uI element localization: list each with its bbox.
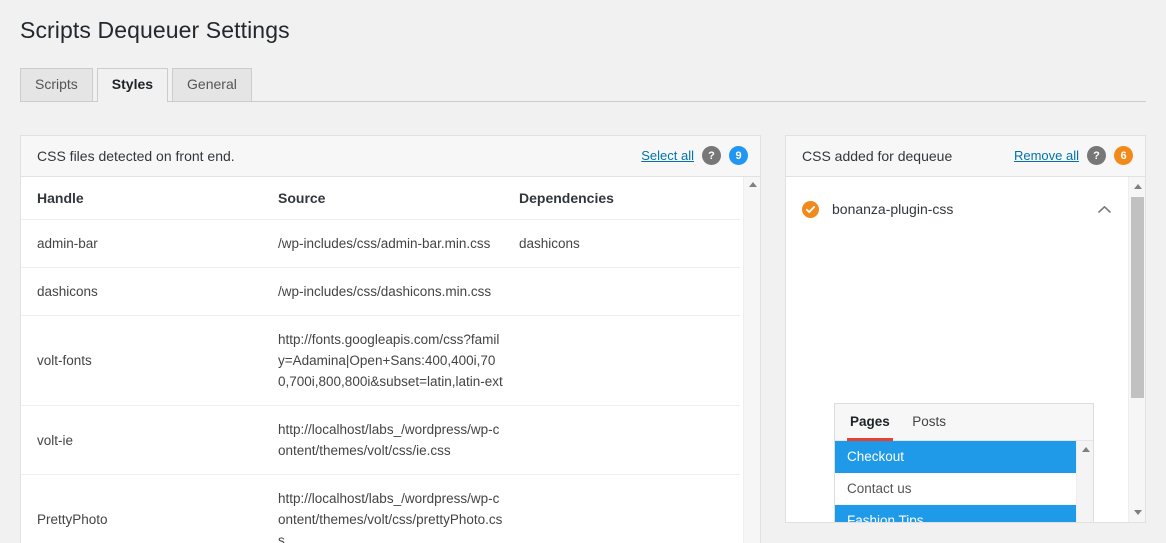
- cell-dependencies: [503, 267, 740, 316]
- chevron-up-icon[interactable]: [1098, 205, 1111, 216]
- detected-count-badge: 9: [729, 146, 748, 165]
- dequeue-item-label: bonanza-plugin-css: [832, 201, 954, 217]
- dequeue-panel-scrollbar[interactable]: [1128, 177, 1145, 522]
- cell-source: http://localhost/labs_/wordpress/wp-cont…: [262, 474, 503, 543]
- column-header-source: Source: [262, 177, 503, 220]
- detected-css-table: Handle Source Dependencies admin-bar /wp…: [21, 177, 740, 543]
- tab-scripts[interactable]: Scripts: [20, 68, 93, 101]
- cell-handle: dashicons: [21, 267, 262, 316]
- table-row[interactable]: dashicons /wp-includes/css/dashicons.min…: [21, 267, 740, 316]
- cell-dependencies: dashicons: [503, 219, 740, 268]
- cell-handle: volt-fonts: [21, 315, 262, 406]
- cell-dependencies: [503, 405, 740, 475]
- table-row[interactable]: volt-ie http://localhost/labs_/wordpress…: [21, 405, 740, 475]
- detected-css-actions: Select all ? 9: [641, 146, 748, 165]
- table-row[interactable]: admin-bar /wp-includes/css/admin-bar.min…: [21, 219, 740, 268]
- select-all-link[interactable]: Select all: [641, 148, 694, 163]
- dequeue-css-actions: Remove all ? 6: [1014, 146, 1133, 165]
- scroll-up-arrow-icon[interactable]: [1077, 442, 1093, 457]
- cell-source: http://localhost/labs_/wordpress/wp-cont…: [262, 405, 503, 475]
- list-item[interactable]: Checkout: [835, 441, 1093, 473]
- cell-source: /wp-includes/css/dashicons.min.css: [262, 267, 503, 316]
- dequeue-item-bonanza-plugin-css[interactable]: bonanza-plugin-css: [786, 190, 1145, 228]
- table-row[interactable]: volt-fonts http://fonts.googleapis.com/c…: [21, 315, 740, 406]
- help-icon[interactable]: ?: [1087, 146, 1106, 165]
- tab-pages[interactable]: Pages: [847, 404, 893, 441]
- dequeue-css-title: CSS added for dequeue: [802, 148, 953, 164]
- dequeue-count-badge: 6: [1114, 146, 1133, 165]
- cell-handle: PrettyPhoto: [21, 474, 262, 543]
- dequeue-list-body: bonanza-plugin-css Pages Posts Checkout …: [786, 177, 1145, 522]
- cell-source: http://fonts.googleapis.com/css?family=A…: [262, 315, 503, 406]
- check-circle-icon: [802, 200, 819, 218]
- pages-list-scrollbar[interactable]: [1076, 441, 1093, 522]
- tab-styles[interactable]: Styles: [96, 68, 169, 102]
- cell-dependencies: [503, 474, 740, 543]
- detected-css-header: CSS files detected on front end. Select …: [21, 136, 760, 177]
- tab-general[interactable]: General: [172, 68, 252, 101]
- dequeue-css-panel: CSS added for dequeue Remove all ? 6 bon…: [785, 135, 1146, 523]
- inner-tab-bar: Pages Posts: [835, 404, 1093, 441]
- cell-dependencies: [503, 315, 740, 406]
- dequeue-css-header: CSS added for dequeue Remove all ? 6: [786, 136, 1145, 177]
- scroll-up-arrow-icon[interactable]: [1129, 179, 1145, 194]
- column-header-handle: Handle: [21, 177, 262, 220]
- list-item[interactable]: Fashion Tips: [835, 505, 1093, 522]
- main-tab-bar: Scripts Styles General: [20, 68, 1146, 102]
- detected-css-table-wrap: Handle Source Dependencies admin-bar /wp…: [21, 177, 760, 543]
- scroll-down-arrow-icon[interactable]: [1129, 505, 1145, 520]
- tab-posts[interactable]: Posts: [909, 404, 949, 440]
- table-row[interactable]: PrettyPhoto http://localhost/labs_/wordp…: [21, 474, 740, 543]
- column-header-dependencies: Dependencies: [503, 177, 740, 220]
- pages-posts-card: Pages Posts Checkout Contact us Fashion …: [834, 403, 1094, 522]
- help-icon[interactable]: ?: [702, 146, 721, 165]
- page-title: Scripts Dequeuer Settings: [20, 17, 290, 43]
- cell-source: /wp-includes/css/admin-bar.min.css: [262, 219, 503, 268]
- pages-list: Checkout Contact us Fashion Tips Header …: [835, 441, 1093, 522]
- table-header-row: Handle Source Dependencies: [21, 177, 740, 220]
- cell-handle: admin-bar: [21, 219, 262, 268]
- list-item[interactable]: Contact us: [835, 473, 1093, 505]
- detected-css-title: CSS files detected on front end.: [37, 148, 235, 164]
- detected-css-scrollbar[interactable]: [743, 177, 760, 543]
- remove-all-link[interactable]: Remove all: [1014, 148, 1079, 163]
- scroll-up-arrow-icon[interactable]: [744, 177, 760, 192]
- detected-css-panel: CSS files detected on front end. Select …: [20, 135, 761, 543]
- settings-page: Scripts Dequeuer Settings Scripts Styles…: [0, 0, 1166, 543]
- dequeue-panel-scroll-thumb[interactable]: [1131, 197, 1144, 398]
- cell-handle: volt-ie: [21, 405, 262, 475]
